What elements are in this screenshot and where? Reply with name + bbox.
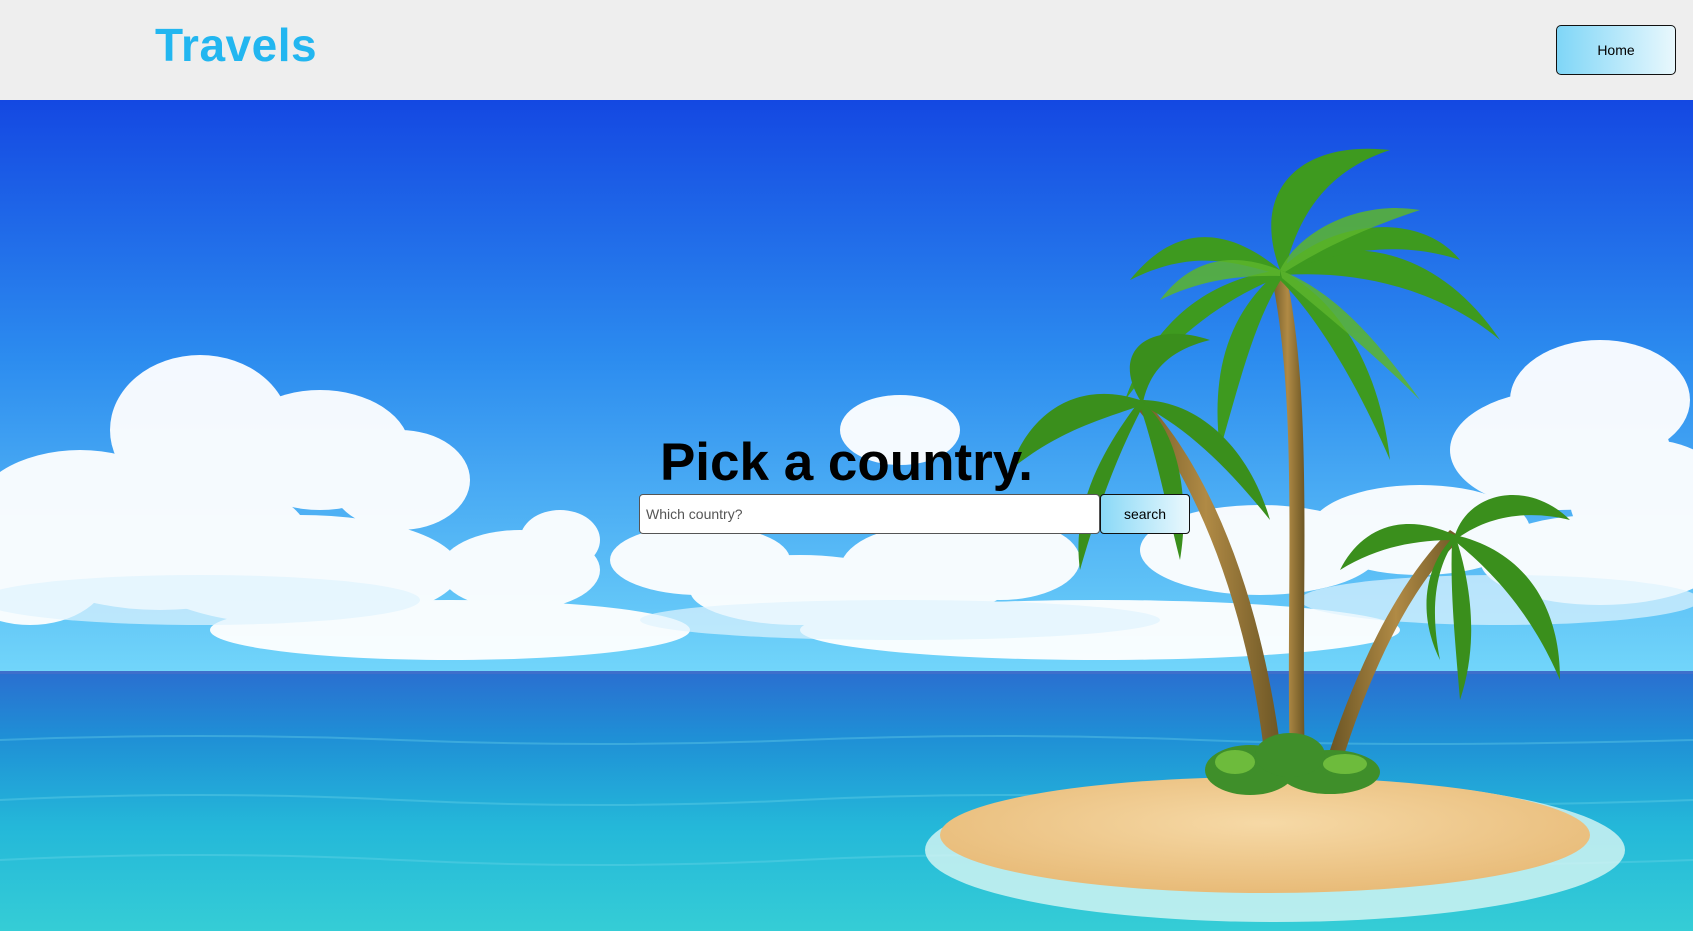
hero-title: Pick a country. bbox=[659, 433, 1034, 492]
brand-logo[interactable]: Travels bbox=[155, 22, 317, 68]
page: Travels Home Pick a country. Which count… bbox=[0, 0, 1693, 931]
top-navbar: Travels Home bbox=[0, 0, 1693, 100]
search-button[interactable]: search bbox=[1100, 494, 1190, 534]
country-search-input[interactable] bbox=[639, 494, 1100, 534]
hero-section: Pick a country. search bbox=[0, 100, 1693, 931]
home-button[interactable]: Home bbox=[1556, 25, 1676, 75]
